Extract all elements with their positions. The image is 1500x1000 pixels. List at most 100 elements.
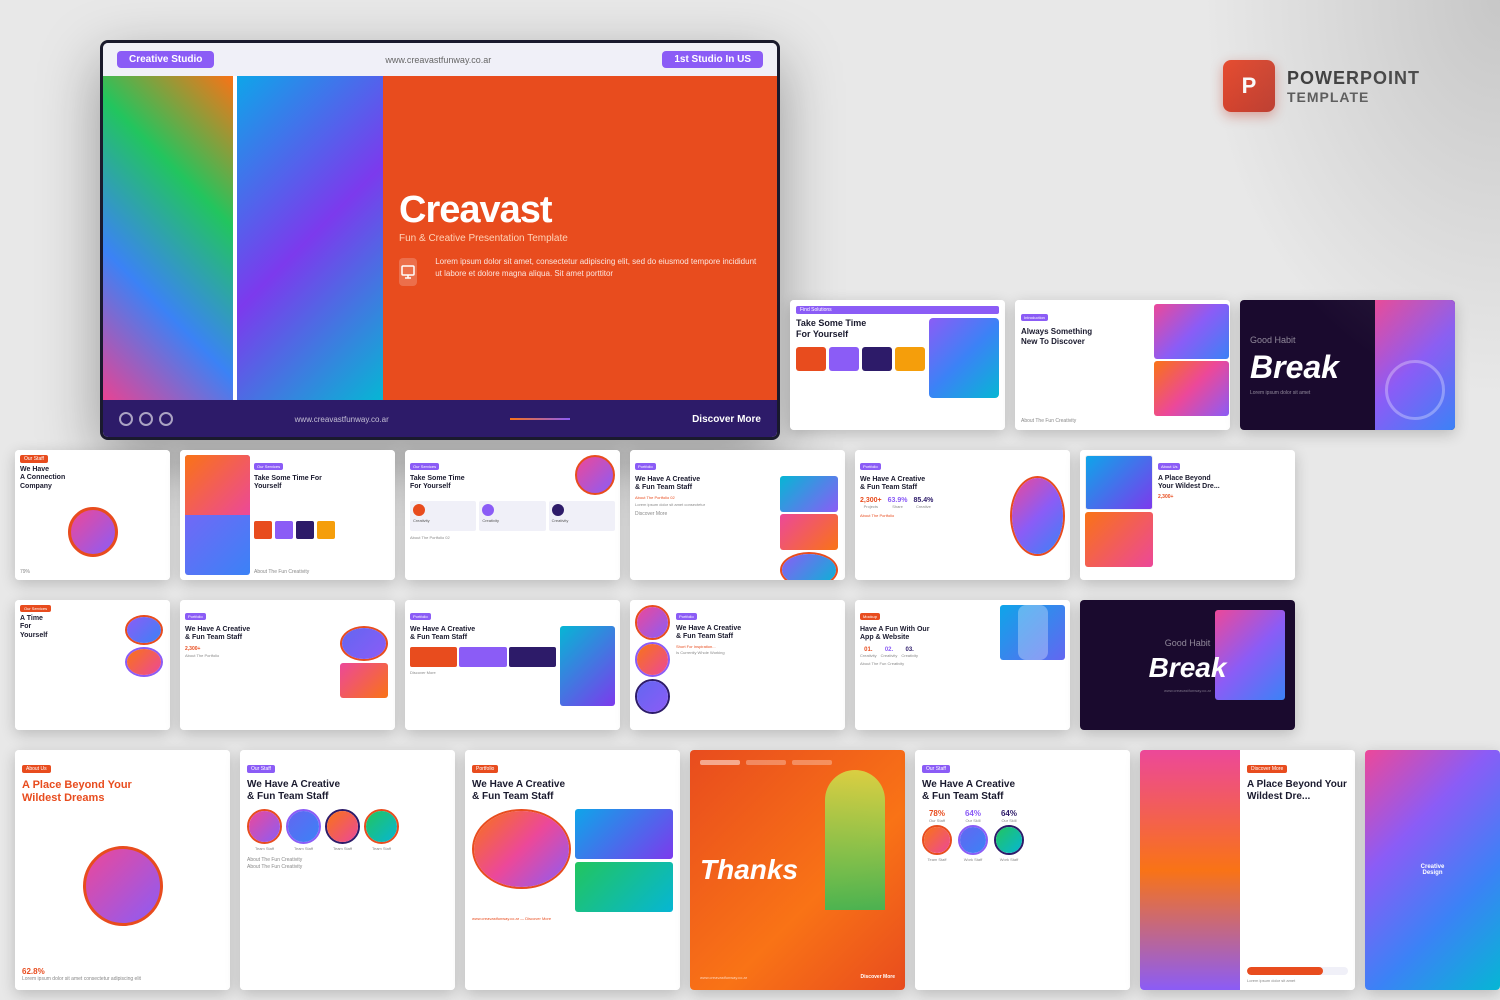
slide-r2-2[interactable]: Our Services Take Some TimeFor Yourself … [405, 450, 620, 580]
slide-r4-1-p1: Team Staff [247, 846, 282, 851]
ppt-branding: P POWERPOINT TEMPLATE [1223, 60, 1420, 112]
slide-r2-4-title: We Have A Creative& Fun Team Staff [860, 476, 1006, 493]
slide-r3-0[interactable]: Our Services A TimeForYourself [15, 600, 170, 730]
nav-circle-3 [159, 412, 173, 426]
slide-r2-4-sub: About The Portfolio [860, 513, 1006, 518]
slide-r2-3[interactable]: Portfolio We Have A Creative& Fun Team S… [630, 450, 845, 580]
slide-r2-2-tag: Our Services [410, 463, 439, 470]
slide-r4-4-tag: Our Staff [922, 765, 950, 773]
slide-r2-5-tag: About Us [1158, 463, 1180, 470]
slide-r3-4[interactable]: Mockup Have A Fun With OurApp & Website … [855, 600, 1070, 730]
slide-r2-0[interactable]: Our Staff We HaveA ConnectionCompany 79% [15, 450, 170, 580]
slide-r2-1-title: Take Some Time ForYourself [254, 475, 390, 492]
slide-r4-2[interactable]: Portfolio We Have A Creative& Fun Team S… [465, 750, 680, 990]
nav-circle-1 [119, 412, 133, 426]
slide-discover-btn[interactable]: Discover More [692, 414, 761, 425]
slide-r4-4[interactable]: Our Staff We Have A Creative& Fun Team S… [915, 750, 1130, 990]
slide-r3-4-label1: Creativity [860, 653, 877, 658]
slide-r2-4-tag: Portfolio [860, 463, 881, 470]
nav-circle-2 [139, 412, 153, 426]
slide-r4-5-sub: Lorem ipsum dolor sit amet [1247, 978, 1348, 983]
slide-r3-0-title: A TimeForYourself [20, 615, 122, 640]
slide-r4-3-title: Thanks [700, 854, 798, 886]
slide-r3-3-sub: Short For Inspiration... [676, 644, 840, 649]
slide-r3-5-tag: Good Habit [1165, 638, 1211, 648]
slide-r2-5[interactable]: About Us A Place BeyondYour Wildest Dre.… [1080, 450, 1295, 580]
slide-r2-2-item2: Creativity [482, 518, 542, 523]
slide-r2-0-tag: Our Staff [20, 455, 48, 463]
slide-r2-4[interactable]: Portfolio We Have A Creative& Fun Team S… [855, 450, 1070, 580]
slide-r3-1-tag: Portfolio [185, 613, 206, 620]
slide-body: Creavast Fun & Creative Presentation Tem… [103, 76, 777, 400]
slide-r1-3[interactable]: Good Habit Break Lorem ipsum dolor sit a… [1240, 300, 1455, 430]
slide-r3-5[interactable]: Good Habit Break www.creavastfunway.co.a… [1080, 600, 1295, 730]
slide-tag-right: 1st Studio In US [662, 51, 763, 68]
slide-r2-3-title: We Have A Creative& Fun Team Staff [635, 476, 776, 493]
slide-r4-5[interactable]: Discover More A Place Beyond YourWildest… [1140, 750, 1355, 990]
slide-r4-2-title: We Have A Creative& Fun Team Staff [472, 779, 673, 803]
slide-r4-2-tag: Portfolio [472, 765, 498, 773]
slide-top-bar: Creative Studio www.creavastfunway.co.ar… [103, 43, 777, 76]
slide-images [103, 76, 383, 400]
slide-r2-5-title: A Place BeyondYour Wildest Dre... [1158, 475, 1290, 492]
slide-r4-4-label2: Our Skill [958, 818, 988, 823]
slide-r4-1-p2: Team Staff [286, 846, 321, 851]
slide-icon [399, 258, 417, 286]
slide-r3-1-title: We Have A Creative& Fun Team Staff [185, 626, 336, 643]
slide-r3-2-title: We Have A Creative& Fun Team Staff [410, 626, 556, 643]
slide-r3-4-tag: Mockup [860, 613, 880, 620]
slide-r1-2-tag: Introduction [1021, 314, 1048, 321]
slide-r2-2-item3: Creativity [552, 518, 612, 523]
slide-r4-1-sub: About The Fun CreativityAbout The Fun Cr… [247, 857, 448, 871]
slide-r3-4-label2: Creativity [881, 653, 898, 658]
slide-r3-3-tag: Portfolio [676, 613, 697, 620]
slide-r4-5-title: A Place Beyond YourWildest Dre... [1247, 779, 1348, 803]
ppt-sub-label: TEMPLATE [1287, 89, 1420, 105]
slide-r3-3-title: We Have A Creative& Fun Team Staff [676, 625, 840, 642]
slide-r2-0-stat: 79% [20, 569, 165, 575]
slide-center-url: www.creavastfunway.co.ar [385, 55, 491, 65]
slide-r4-6[interactable]: CreativeDesign [1365, 750, 1500, 990]
slide-r2-1-tag: Our Services [254, 463, 283, 470]
slide-r1-3-title: Break [1250, 349, 1365, 386]
slide-image-right [237, 76, 383, 400]
slide-r4-4-p1: Team Staff [922, 857, 952, 862]
slide-r4-0-stat: 62.8% [22, 967, 223, 976]
slide-r4-1-p4: Team Staff [364, 846, 399, 851]
slide-subtitle: Fun & Creative Presentation Template [399, 233, 761, 244]
slide-image-left [103, 76, 233, 400]
slide-r4-0-desc: Lorem ipsum dolor sit amet consectetur a… [22, 976, 223, 983]
ppt-main-label: POWERPOINT [1287, 68, 1420, 89]
slide-r3-1[interactable]: Portfolio We Have A Creative& Fun Team S… [180, 600, 395, 730]
slide-r2-3-sub: About The Portfolio 02 [635, 495, 776, 500]
slide-r4-1[interactable]: Our Staff We Have A Creative& Fun Team S… [240, 750, 455, 990]
slide-r4-3[interactable]: Thanks www.creavastfunway.co.ar Discover… [690, 750, 905, 990]
slide-r3-2-sub: Discover More [410, 670, 556, 675]
slide-main-title: Creavast [399, 191, 761, 229]
slide-r3-3[interactable]: Portfolio We Have A Creative& Fun Team S… [630, 600, 845, 730]
slide-r3-2[interactable]: Portfolio We Have A Creative& Fun Team S… [405, 600, 620, 730]
slide-r4-0[interactable]: About Us A Place Beyond YourWildest Drea… [15, 750, 230, 990]
slide-r4-4-label3: Our Skill [994, 818, 1024, 823]
slide-r3-4-sub: About The Fun Creativity [860, 661, 996, 666]
slide-r4-3-discover: Discover More [861, 974, 895, 980]
slide-r2-3-desc: Lorem ipsum dolor sit amet consectetur [635, 502, 776, 508]
slide-r2-1-sub: About The Fun Creativity [254, 569, 390, 575]
slide-r1-2[interactable]: Introduction Always SomethingNew To Disc… [1015, 300, 1230, 430]
slide-r1-2-title: Always SomethingNew To Discover [1021, 327, 1144, 346]
slide-r4-5-tag: Discover More [1247, 765, 1287, 773]
slide-r4-1-p3: Team Staff [325, 846, 360, 851]
slide-content: Creavast Fun & Creative Presentation Tem… [383, 76, 777, 400]
ppt-text: POWERPOINT TEMPLATE [1287, 68, 1420, 105]
slide-footer-url: www.creavastfunway.co.ar [295, 415, 389, 424]
slide-r2-4-stat1: 2,300+ [860, 497, 882, 504]
slide-r2-3-discover: Discover More [635, 511, 776, 517]
slide-r2-2-sub: About The Portfolio 02 [410, 535, 615, 540]
main-featured-slide[interactable]: Creative Studio www.creavastfunway.co.ar… [100, 40, 780, 440]
slide-r3-4-title: Have A Fun With OurApp & Website [860, 626, 996, 643]
slide-r2-4-stat3: 85.4% [913, 497, 933, 504]
slide-r4-6-content: CreativeDesign [1416, 859, 1450, 881]
slide-r1-1[interactable]: Find Solutions Take Some TimeFor Yoursel… [790, 300, 1005, 430]
slide-r2-1[interactable]: Our Services Take Some Time ForYourself … [180, 450, 395, 580]
slide-r1-1-title: Take Some TimeFor Yourself [796, 318, 925, 340]
